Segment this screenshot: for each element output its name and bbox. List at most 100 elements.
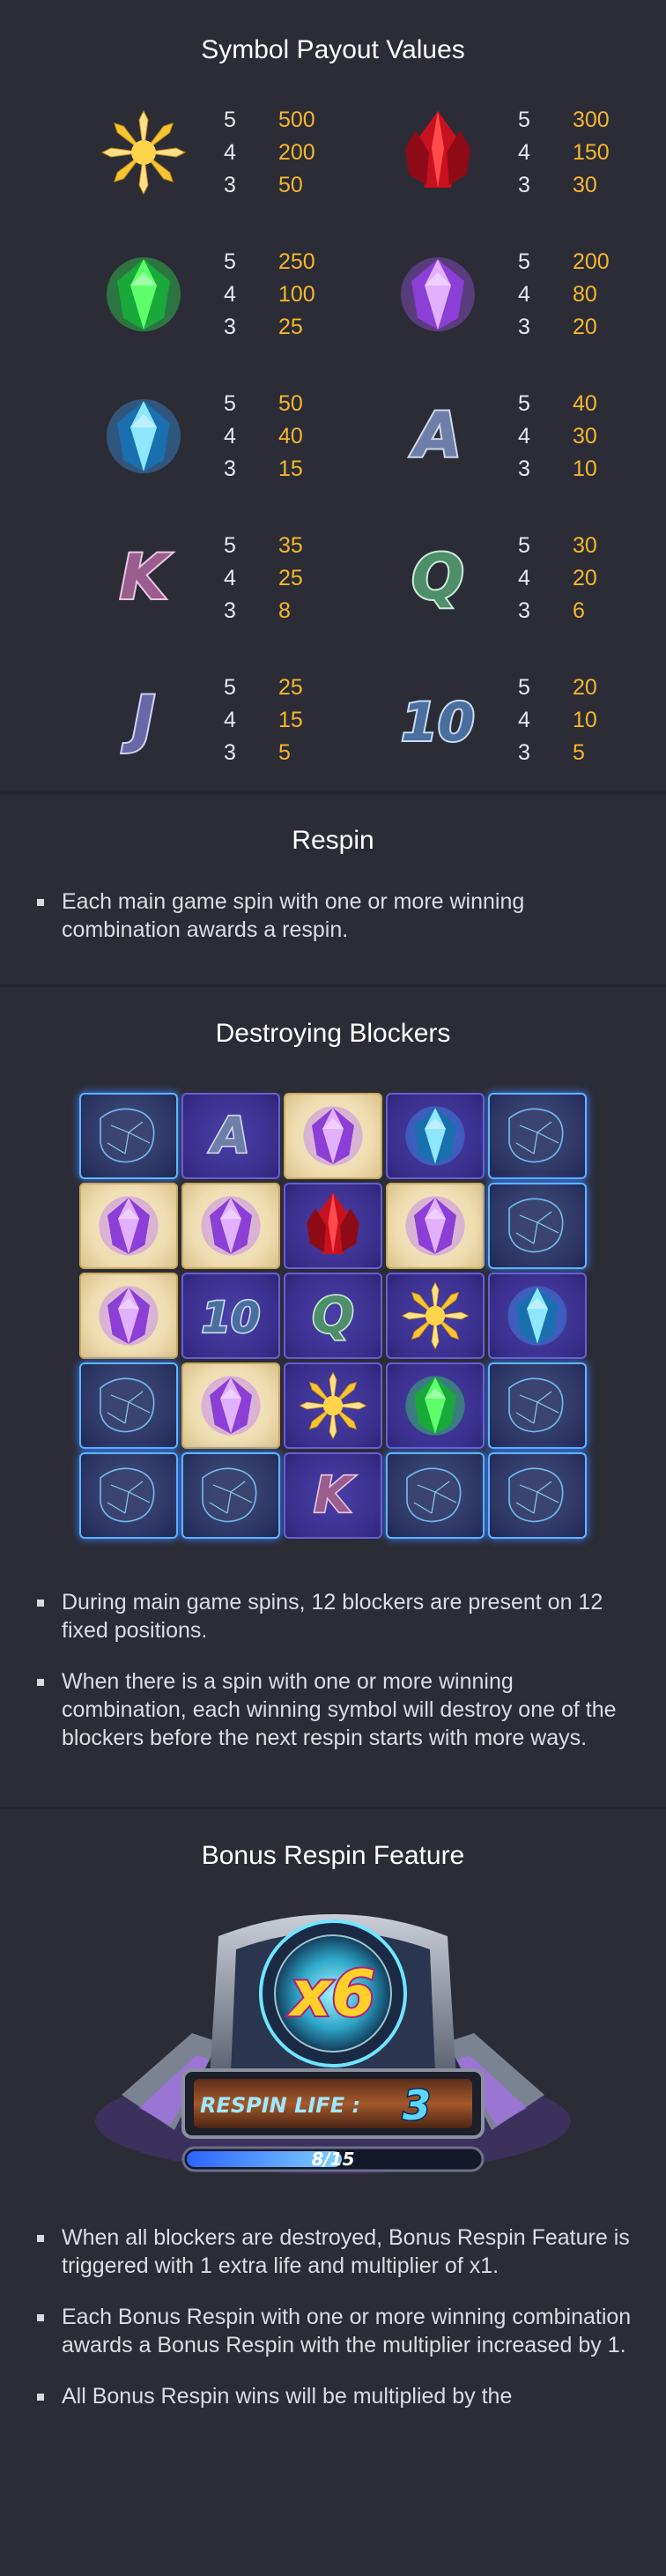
symbol-tile	[181, 1362, 280, 1449]
purple-gem-icon	[303, 1106, 363, 1166]
respin-life-value: 3	[403, 2082, 431, 2129]
purple-gem-icon	[201, 1196, 261, 1256]
purple-gem-icon	[381, 246, 495, 343]
blocker-tile	[488, 1362, 587, 1449]
symbol-tile: 10	[181, 1273, 280, 1359]
symbol-tile: Q	[284, 1273, 382, 1359]
payout-value: 30	[573, 533, 597, 558]
blocker-rock-icon	[100, 1467, 155, 1523]
payout-row: 4 150	[518, 137, 610, 169]
payout-row: 5 50	[224, 388, 303, 420]
payout-row: 3 6	[518, 595, 597, 627]
letter-q-icon: Q	[381, 530, 495, 627]
payout-row: 4 10	[518, 704, 597, 737]
blocker-tile	[488, 1452, 587, 1539]
svg-text:A: A	[410, 399, 462, 471]
symbol-count: 5	[518, 675, 530, 700]
progress-text: 8/15	[311, 2149, 354, 2170]
payout-row: 5 30	[518, 530, 597, 562]
payout-table: 5 35 4 25 3 8	[224, 530, 303, 672]
payout-row: 5 200	[518, 246, 610, 278]
blocker-rock-icon	[100, 1377, 155, 1433]
symbol-count: 3	[224, 315, 236, 339]
purple-gem-icon	[405, 1196, 465, 1256]
symbol-count: 5	[224, 391, 236, 416]
symbol-tile	[79, 1183, 178, 1269]
payout-value: 40	[573, 391, 597, 416]
symbol-count: 3	[518, 740, 530, 765]
symbol-tile	[386, 1183, 485, 1269]
symbol-tile	[284, 1183, 382, 1269]
payout-value: 80	[573, 282, 597, 307]
symbol-count: 5	[224, 533, 236, 558]
payout-row: 4 15	[224, 704, 303, 737]
payout-value: 300	[573, 108, 610, 132]
blockers-bullet: During main game spins, 12 blockers are …	[37, 1588, 634, 1644]
payout-value: 30	[573, 424, 597, 449]
payout-value: 50	[278, 391, 303, 416]
letter-a-icon: A	[381, 388, 495, 485]
blocker-rock-icon	[508, 1467, 564, 1523]
respin-life-label: RESPIN LIFE :	[200, 2093, 360, 2118]
symbol-count: 4	[224, 140, 236, 165]
payout-row: 4 40	[224, 420, 303, 453]
symbol-count: 4	[224, 424, 236, 449]
payout-row: 3 50	[224, 169, 315, 202]
letter-k-icon: K	[86, 530, 201, 627]
payout-row: 4 200	[224, 137, 315, 169]
multiplier-text: x6	[288, 1956, 376, 2030]
red-crystal-icon	[381, 104, 495, 201]
bonus-title: Bonus Respin Feature	[201, 1841, 465, 1870]
payout-entry: 5 250 4 100 3 25	[86, 246, 381, 388]
letter-k-icon: K	[313, 1466, 357, 1526]
svg-text:A: A	[208, 1107, 249, 1164]
payout-row: 3 10	[518, 453, 597, 486]
symbol-count: 3	[224, 598, 236, 623]
payout-row: 4 25	[224, 562, 303, 595]
payout-section: Symbol Payout Values 5 500 4 200 3 50 5 …	[0, 0, 666, 791]
svg-text:Q: Q	[312, 1287, 354, 1344]
respin-section: Respin Each main game spin with one or m…	[0, 794, 666, 984]
gold-crystal-icon	[299, 1371, 367, 1440]
number-10-icon: 10	[381, 672, 495, 768]
payout-entry: 5 200 4 80 3 20	[381, 246, 662, 388]
payout-table: 5 300 4 150 3 30	[518, 104, 610, 246]
blocker-rock-icon	[508, 1377, 564, 1433]
blocker-rock-icon	[406, 1467, 462, 1523]
blocker-tile	[488, 1183, 587, 1269]
payout-value: 30	[573, 173, 597, 197]
bonus-respin-machine: x6 RESPIN LIFE : 3 8/15	[86, 1901, 580, 2192]
red-crystal-icon	[307, 1192, 359, 1254]
svg-text:Q: Q	[411, 541, 464, 613]
blocker-tile	[386, 1452, 485, 1539]
symbol-count: 4	[224, 566, 236, 590]
payout-value: 25	[278, 675, 303, 700]
symbol-count: 4	[224, 708, 236, 732]
payout-value: 5	[278, 740, 291, 765]
payout-row: 3 20	[518, 311, 610, 344]
payout-row: 4 100	[224, 278, 315, 311]
payout-row: 5 25	[224, 672, 303, 704]
payout-value: 5	[573, 740, 585, 765]
payout-value: 35	[278, 533, 303, 558]
payout-row: 3 30	[518, 169, 610, 202]
payout-value: 25	[278, 315, 303, 339]
symbol-count: 5	[224, 249, 236, 274]
payout-value: 40	[278, 424, 303, 449]
payout-table: 5 30 4 20 3 6	[518, 530, 597, 672]
symbol-count: 3	[518, 457, 530, 481]
payout-entry: 5 300 4 150 3 30	[381, 104, 662, 246]
payout-row: 5 300	[518, 104, 610, 137]
payout-value: 15	[278, 457, 303, 481]
number-10-icon: 10	[200, 1292, 262, 1344]
bonus-bullet: Each Bonus Respin with one or more winni…	[37, 2303, 634, 2359]
symbol-count: 3	[224, 740, 236, 765]
symbol-count: 3	[224, 173, 236, 197]
payout-row: 3 15	[224, 453, 303, 486]
payout-table: 5 50 4 40 3 15	[224, 388, 303, 530]
symbol-count: 5	[224, 675, 236, 700]
bonus-machine-graphic: x6 RESPIN LIFE : 3 8/15	[95, 1914, 571, 2174]
symbol-count: 5	[518, 533, 530, 558]
svg-text:K: K	[314, 1466, 355, 1524]
bonus-section: Bonus Respin Feature x6 RESPIN LIFE: 3 …	[0, 1809, 666, 2576]
